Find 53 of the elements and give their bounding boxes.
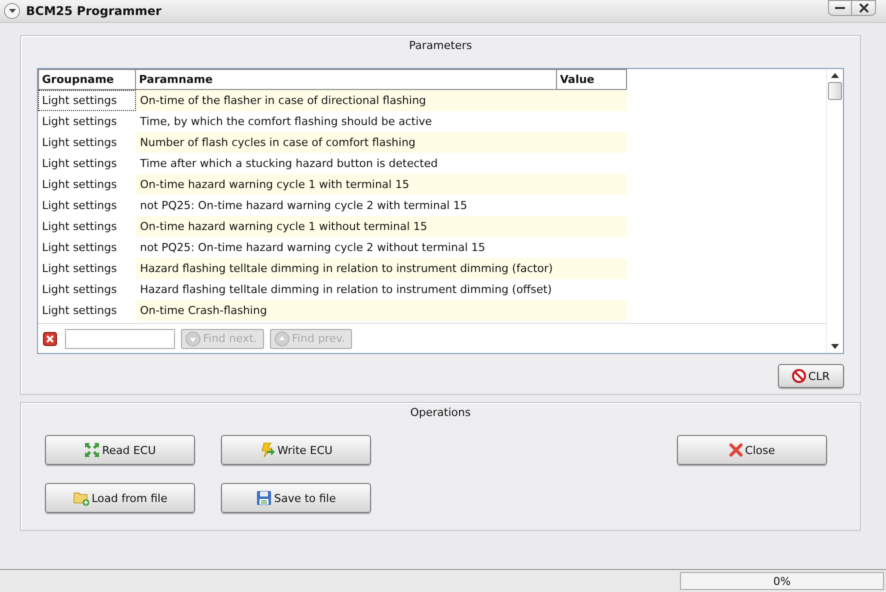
close-icon bbox=[729, 443, 744, 457]
scroll-thumb[interactable] bbox=[828, 82, 842, 100]
table-cell[interactable] bbox=[557, 258, 627, 279]
no-entry-icon bbox=[792, 369, 806, 383]
close-icon bbox=[858, 3, 868, 13]
arrows-icon bbox=[84, 442, 100, 458]
lightning-arrow-icon bbox=[259, 442, 276, 458]
minimize-icon bbox=[835, 6, 845, 10]
table-cell[interactable]: not PQ25: On-time hazard warning cycle 2 without terminal 15 bbox=[136, 237, 557, 258]
search-field[interactable] bbox=[65, 328, 175, 348]
column-header[interactable]: Groupname bbox=[38, 69, 136, 90]
table-cell[interactable]: On-time hazard warning cycle 1 with terminal 15 bbox=[136, 174, 557, 195]
folder-add-icon bbox=[72, 490, 90, 506]
table-cell[interactable] bbox=[557, 300, 627, 321]
arrow-up-icon bbox=[274, 330, 290, 346]
minimize-button[interactable] bbox=[828, 0, 852, 16]
scroll-down-icon[interactable] bbox=[831, 344, 839, 349]
menu-icon[interactable] bbox=[4, 3, 20, 19]
scroll-up-icon[interactable] bbox=[831, 73, 839, 78]
table-cell[interactable]: On-time of the flasher in case of directional flashing bbox=[136, 90, 557, 111]
arrow-down-icon bbox=[185, 330, 201, 346]
panel-title: Parameters bbox=[408, 38, 473, 53]
table-cell[interactable]: Number of flash cycles in case of comfort flashing bbox=[136, 132, 557, 153]
table-cell[interactable]: On-time Crash-flashing bbox=[136, 300, 557, 321]
table-cell[interactable]: Light settings bbox=[38, 111, 136, 132]
table-cell[interactable]: Time, by which the comfort flashing should be active bbox=[136, 111, 557, 132]
table-cell[interactable] bbox=[557, 174, 627, 195]
window-title: BCM25 Programmer bbox=[26, 4, 162, 18]
save-button[interactable]: Save to file bbox=[221, 483, 371, 513]
table-cell[interactable]: On-time hazard warning cycle 1 without terminal 15 bbox=[136, 216, 557, 237]
table-cell[interactable]: Light settings bbox=[38, 153, 136, 174]
panel-title: Operations bbox=[409, 405, 472, 420]
column-header[interactable]: Paramname bbox=[136, 69, 557, 90]
table-cell[interactable] bbox=[557, 216, 627, 237]
table-cell[interactable] bbox=[557, 132, 627, 153]
table-cell[interactable]: Light settings bbox=[38, 90, 136, 111]
close-button[interactable]: Close bbox=[677, 435, 827, 465]
write-button[interactable]: Write ECU bbox=[221, 435, 371, 465]
close-icon[interactable] bbox=[43, 332, 57, 346]
table-cell[interactable]: Light settings bbox=[38, 237, 136, 258]
table-cell[interactable]: Hazard flashing telltale dimming in relation to instrument dimming (offset) bbox=[136, 279, 557, 300]
table-cell[interactable]: Time after which a stucking hazard button is detected bbox=[136, 153, 557, 174]
load-button[interactable]: Load from file bbox=[45, 483, 195, 513]
clear-button[interactable]: CLR bbox=[778, 364, 844, 388]
table-cell[interactable]: not PQ25: On-time hazard warning cycle 2 with terminal 15 bbox=[136, 195, 557, 216]
close-button[interactable] bbox=[852, 0, 876, 16]
table-cell[interactable] bbox=[557, 90, 627, 111]
table-cell[interactable]: Hazard flashing telltale dimming in relation to instrument dimming (factor) bbox=[136, 258, 557, 279]
table-cell[interactable]: Light settings bbox=[38, 195, 136, 216]
table-cell[interactable]: Light settings bbox=[38, 279, 136, 300]
read-button[interactable]: Read ECU bbox=[45, 435, 195, 465]
column-header[interactable]: Value bbox=[557, 69, 627, 90]
progress-reading: 0% bbox=[773, 574, 791, 588]
